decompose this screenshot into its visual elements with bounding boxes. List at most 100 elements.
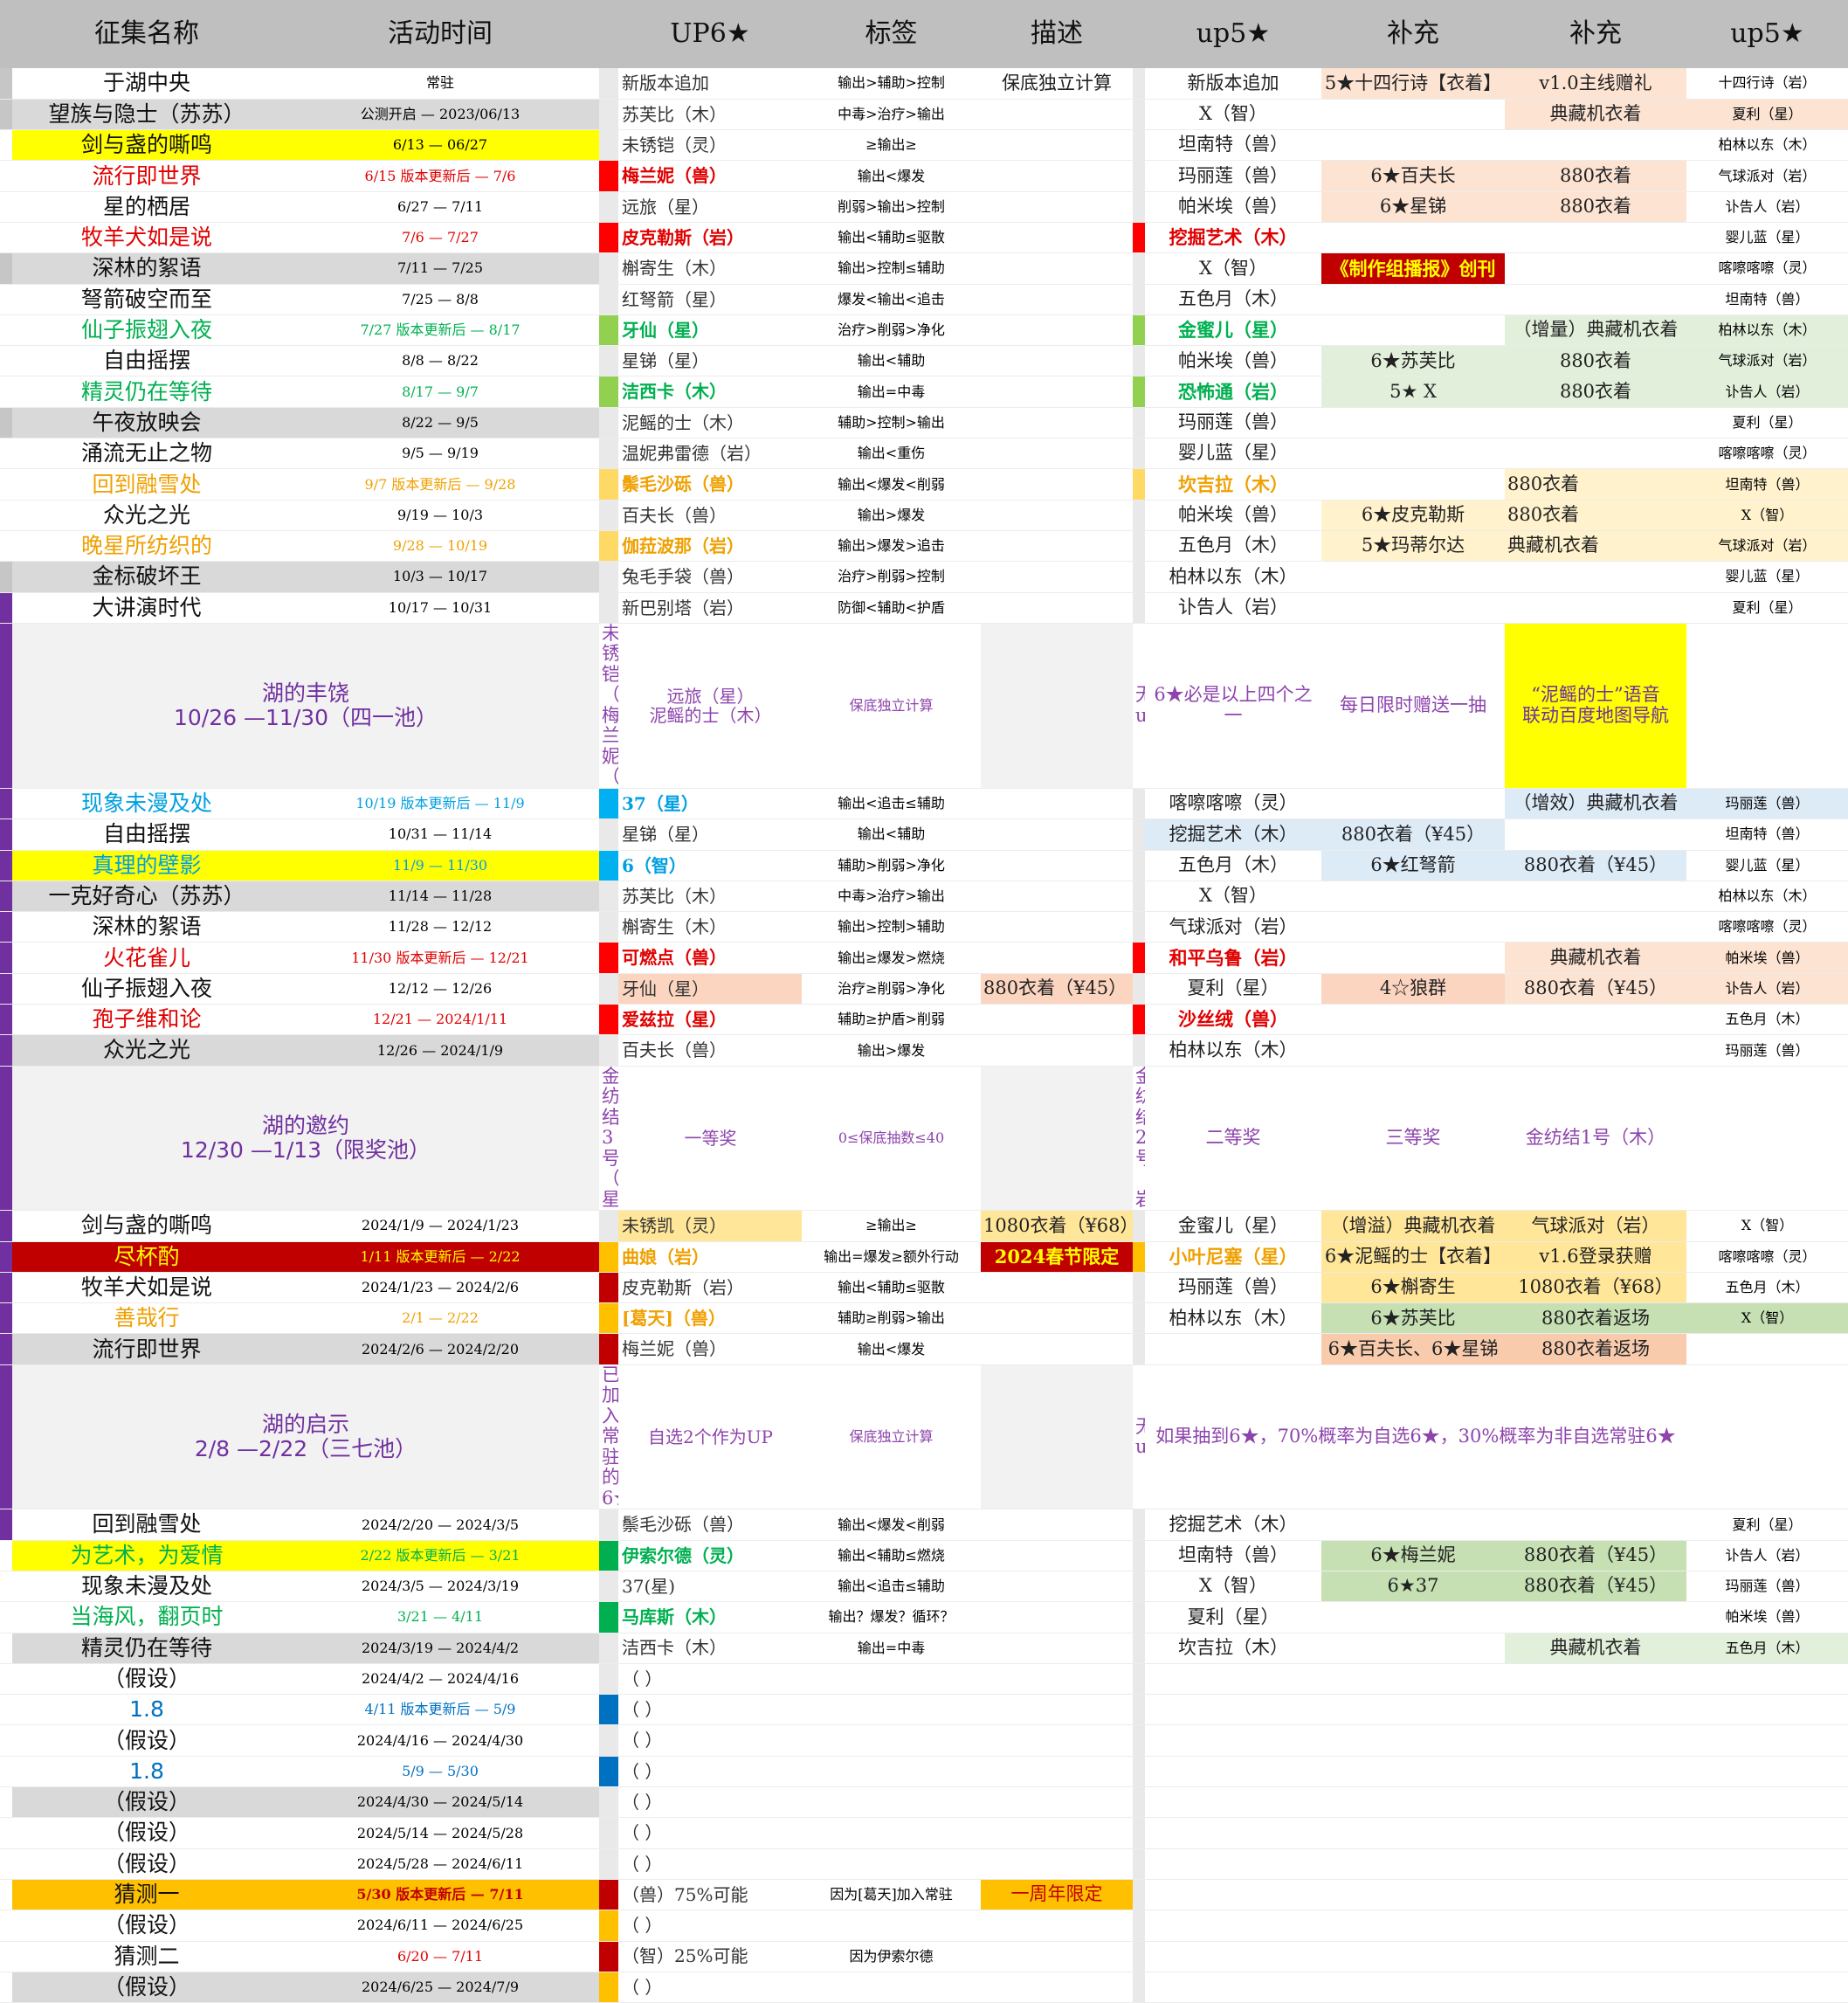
- cell-up5-alt[interactable]: [1686, 1663, 1848, 1694]
- cell-supplement-1[interactable]: 6★百夫长、6★星锑: [1321, 1333, 1505, 1365]
- cell-description[interactable]: [981, 1787, 1133, 1818]
- cell-marker[interactable]: [599, 1302, 618, 1334]
- cell-supplement-1[interactable]: [1321, 1633, 1505, 1663]
- cell-up6-unit[interactable]: 洁西卡（木）: [618, 376, 802, 407]
- cell-tags[interactable]: 治疗>削弱>控制: [802, 562, 981, 592]
- cell-supplement-2[interactable]: 880衣着（¥45）: [1505, 1571, 1686, 1602]
- cell-tags[interactable]: [802, 1848, 981, 1879]
- cell-tags[interactable]: 输出>爆发: [802, 1035, 981, 1066]
- cell-up5-unit[interactable]: 五色月（木）: [1145, 530, 1321, 561]
- cell-up6-unit[interactable]: 百夫长（兽）: [618, 500, 802, 530]
- cell-marker[interactable]: [599, 1540, 618, 1571]
- cell-group-bar[interactable]: [0, 592, 12, 624]
- cell-supplement-2[interactable]: [1505, 1509, 1686, 1540]
- cell-event-time[interactable]: 1/11 版本更新后 — 2/22: [281, 1241, 599, 1273]
- cell-marker[interactable]: [599, 129, 618, 161]
- cell-description[interactable]: [981, 912, 1133, 943]
- cell-supplement-1[interactable]: 5★十四行诗【衣着】: [1321, 68, 1505, 100]
- header-pool-name[interactable]: 征集名称: [12, 0, 281, 68]
- cell-up5-alt[interactable]: X（智）: [1686, 500, 1848, 531]
- header-supplement-2[interactable]: 补充: [1505, 0, 1686, 68]
- cell-supplement-2[interactable]: 880衣着返场: [1505, 1302, 1686, 1334]
- cell-event-time[interactable]: 2024/2/6 — 2024/2/20: [281, 1333, 599, 1365]
- cell-up6-unit[interactable]: 伽菈波那（岩）: [618, 530, 802, 561]
- cell-marker-2[interactable]: [1133, 592, 1145, 624]
- cell-marker[interactable]: 已加入常驻的6★: [599, 1364, 618, 1509]
- cell-marker-2[interactable]: [1133, 99, 1145, 130]
- cell-up5-unit[interactable]: 夏利（星）: [1145, 973, 1321, 1004]
- cell-up6-unit[interactable]: 自选2个作为UP: [618, 1364, 802, 1509]
- cell-up5-unit[interactable]: 气球派对（岩）: [1145, 912, 1321, 943]
- cell-event-time[interactable]: 7/25 — 8/8: [281, 284, 599, 314]
- cell-description[interactable]: [981, 1910, 1133, 1941]
- cell-up5-unit[interactable]: 坎吉拉（木）: [1145, 1633, 1321, 1663]
- cell-up6-unit[interactable]: 槲寄生（木）: [618, 253, 802, 284]
- cell-supplement-2[interactable]: [1505, 1695, 1686, 1725]
- cell-up5-unit[interactable]: 金蜜儿（星）: [1145, 1211, 1321, 1241]
- cell-marker-2[interactable]: [1133, 376, 1145, 408]
- cell-pool-name[interactable]: 流行即世界: [12, 161, 281, 191]
- cell-supplement-1[interactable]: 《制作组播报》创刊: [1321, 252, 1505, 285]
- cell-tags[interactable]: 输出<追击≤辅助: [802, 788, 981, 818]
- cell-supplement-1[interactable]: 4☆狼群: [1321, 973, 1505, 1005]
- header-description[interactable]: 描述: [981, 0, 1133, 68]
- cell-group-bar[interactable]: [0, 942, 12, 974]
- cell-description[interactable]: [981, 562, 1133, 592]
- cell-group-bar[interactable]: [0, 438, 12, 469]
- cell-supplement-2[interactable]: [1505, 1848, 1686, 1879]
- cell-event-time[interactable]: 8/8 — 8/22: [281, 346, 599, 376]
- cell-group-bar[interactable]: [0, 1756, 12, 1787]
- cell-marker[interactable]: [599, 99, 618, 130]
- cell-group-bar[interactable]: [0, 881, 12, 912]
- cell-group-bar[interactable]: [0, 1601, 12, 1633]
- cell-group-bar[interactable]: [0, 818, 12, 851]
- cell-tags[interactable]: ≥输出≥: [802, 130, 981, 161]
- header-up5-alt[interactable]: up5★: [1686, 0, 1848, 68]
- cell-group-bar[interactable]: [0, 191, 12, 223]
- cell-supplement-2[interactable]: 1080衣着（¥68）: [1505, 1272, 1686, 1303]
- cell-up5-alt[interactable]: 喀嚓喀嚓（灵）: [1686, 1241, 1848, 1272]
- cell-supplement-1[interactable]: [1321, 562, 1505, 592]
- cell-supplement-2[interactable]: [1505, 222, 1686, 252]
- cell-description[interactable]: [981, 1364, 1133, 1509]
- cell-up5-unit[interactable]: X（智）: [1145, 99, 1321, 129]
- cell-pool-name[interactable]: 尽杯酌: [12, 1241, 281, 1273]
- cell-supplement-2[interactable]: v1.6登录获赠: [1505, 1241, 1686, 1273]
- cell-up5-unit[interactable]: [1145, 1910, 1321, 1941]
- cell-marker-2[interactable]: [1133, 942, 1145, 974]
- cell-supplement-2[interactable]: [1505, 819, 1686, 850]
- cell-up5-unit[interactable]: 和平乌鲁（岩）: [1145, 943, 1321, 973]
- cell-up6-unit[interactable]: 梅兰妮（兽）: [618, 161, 802, 191]
- cell-pool-name[interactable]: 1.8: [12, 1756, 281, 1786]
- header-up5[interactable]: up5★: [1145, 0, 1321, 68]
- cell-group-bar[interactable]: [0, 623, 12, 789]
- cell-up6-unit[interactable]: 泥鳐的士（木）: [618, 407, 802, 438]
- cell-pool-name[interactable]: 剑与盏的嘶鸣: [12, 129, 281, 161]
- cell-group-bar[interactable]: [0, 1302, 12, 1334]
- cell-pool-name[interactable]: 精灵仍在等待: [12, 376, 281, 407]
- cell-group-bar[interactable]: [0, 376, 12, 408]
- cell-supplement-2[interactable]: 气球派对（岩）: [1505, 1210, 1686, 1242]
- cell-pool-name[interactable]: 猜测二: [12, 1941, 281, 1972]
- cell-supplement-1[interactable]: [1321, 1879, 1505, 1910]
- cell-supplement-1[interactable]: 6★红弩箭: [1321, 850, 1505, 881]
- cell-up5-unit[interactable]: [1145, 1663, 1321, 1694]
- cell-event-time[interactable]: 6/27 — 7/11: [281, 191, 599, 222]
- cell-group-bar[interactable]: [0, 345, 12, 376]
- cell-up5-alt[interactable]: 帕米埃（兽）: [1686, 942, 1848, 974]
- cell-supplement-1[interactable]: 6★苏芙比: [1321, 345, 1505, 376]
- cell-supplement-2[interactable]: 880衣着: [1505, 191, 1686, 223]
- cell-pool-name[interactable]: 众光之光: [12, 500, 281, 530]
- cell-marker[interactable]: [599, 1509, 618, 1541]
- cell-up6-unit[interactable]: 梅兰妮（兽）: [618, 1334, 802, 1364]
- cell-marker[interactable]: [599, 468, 618, 501]
- cell-marker[interactable]: [599, 788, 618, 819]
- cell-pool-name[interactable]: 猜测一: [12, 1879, 281, 1910]
- cell-supplement-2[interactable]: [1505, 1756, 1686, 1786]
- cell-event-time[interactable]: 2024/6/25 — 2024/7/9: [281, 1972, 599, 2003]
- cell-supplement-2[interactable]: 880衣着: [1505, 376, 1686, 408]
- cell-description[interactable]: [981, 530, 1133, 561]
- cell-tags[interactable]: 输出<辅助: [802, 819, 981, 850]
- cell-pool-name[interactable]: 牧羊犬如是说: [12, 222, 281, 252]
- cell-tags[interactable]: 输出<爆发<削弱: [802, 1509, 981, 1540]
